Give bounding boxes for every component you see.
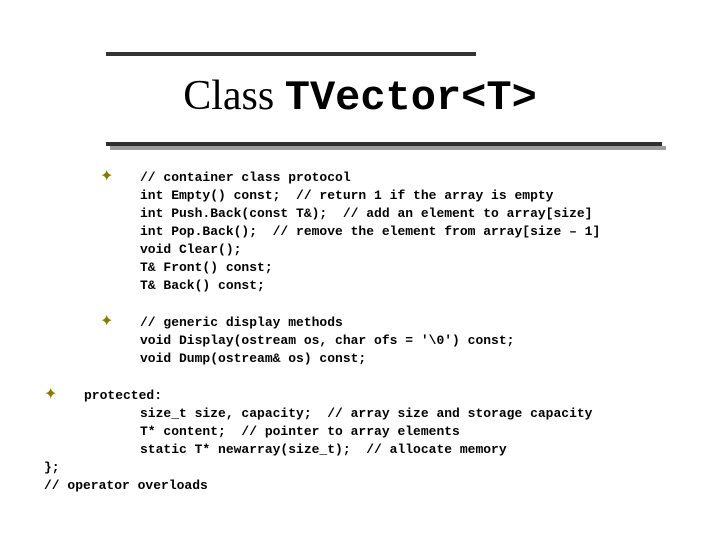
title-underline	[106, 142, 662, 150]
code-text: int Empty() const; // return 1 if the ar…	[140, 187, 553, 205]
slide-title: Class TVector<T>	[0, 74, 720, 120]
block-display-methods: ✦// generic display methods void Display…	[100, 313, 700, 368]
title-code: TVector<T>	[285, 74, 537, 122]
code-text: int Push.Back(const T&); // add an eleme…	[140, 205, 592, 223]
title-underline-main	[106, 142, 662, 146]
block-protected: ✦protected: size_t size, capacity; // ar…	[100, 386, 700, 495]
code-line: int Pop.Back(); // remove the element fr…	[100, 223, 700, 241]
code-line: static T* newarray(size_t); // allocate …	[100, 441, 700, 459]
code-text: static T* newarray(size_t); // allocate …	[140, 441, 507, 459]
bullet-icon: ✦	[100, 168, 140, 186]
bullet-icon: ✦	[44, 386, 84, 404]
code-text: // container class protocol	[140, 169, 351, 187]
code-line: ✦// generic display methods	[100, 313, 700, 332]
title-underline-shadow	[110, 146, 666, 150]
code-text: size_t size, capacity; // array size and…	[140, 405, 592, 423]
code-text: // generic display methods	[140, 314, 343, 332]
code-line: T& Front() const;	[100, 259, 700, 277]
code-line: void Dump(ostream& os) const;	[100, 350, 700, 368]
code-line: ✦// container class protocol	[100, 168, 700, 187]
code-line: int Push.Back(const T&); // add an eleme…	[100, 205, 700, 223]
slide-body: ✦// container class protocol int Empty()…	[100, 168, 700, 513]
code-text: T* content; // pointer to array elements	[140, 423, 460, 441]
code-line: int Empty() const; // return 1 if the ar…	[100, 187, 700, 205]
code-text: int Pop.Back(); // remove the element fr…	[140, 223, 600, 241]
code-text: protected:	[84, 387, 162, 405]
code-line: void Clear();	[100, 241, 700, 259]
code-text: };	[44, 459, 60, 477]
code-line: ✦protected:	[44, 386, 700, 405]
block-container-protocol: ✦// container class protocol int Empty()…	[100, 168, 700, 295]
code-line: };	[44, 459, 700, 477]
code-line: T* content; // pointer to array elements	[100, 423, 700, 441]
code-text: T& Front() const;	[140, 259, 273, 277]
code-line: // operator overloads	[44, 477, 700, 495]
code-text: T& Back() const;	[140, 277, 265, 295]
code-text: // operator overloads	[44, 477, 208, 495]
code-line: void Display(ostream os, char ofs = '\0'…	[100, 332, 700, 350]
slide: Class TVector<T> ✦// container class pro…	[0, 0, 720, 540]
code-line: size_t size, capacity; // array size and…	[100, 405, 700, 423]
title-prefix: Class	[183, 73, 285, 119]
bullet-icon: ✦	[100, 313, 140, 331]
code-line: T& Back() const;	[100, 277, 700, 295]
code-text: void Display(ostream os, char ofs = '\0'…	[140, 332, 514, 350]
top-rule	[106, 52, 476, 56]
code-text: void Clear();	[140, 241, 241, 259]
code-text: void Dump(ostream& os) const;	[140, 350, 366, 368]
